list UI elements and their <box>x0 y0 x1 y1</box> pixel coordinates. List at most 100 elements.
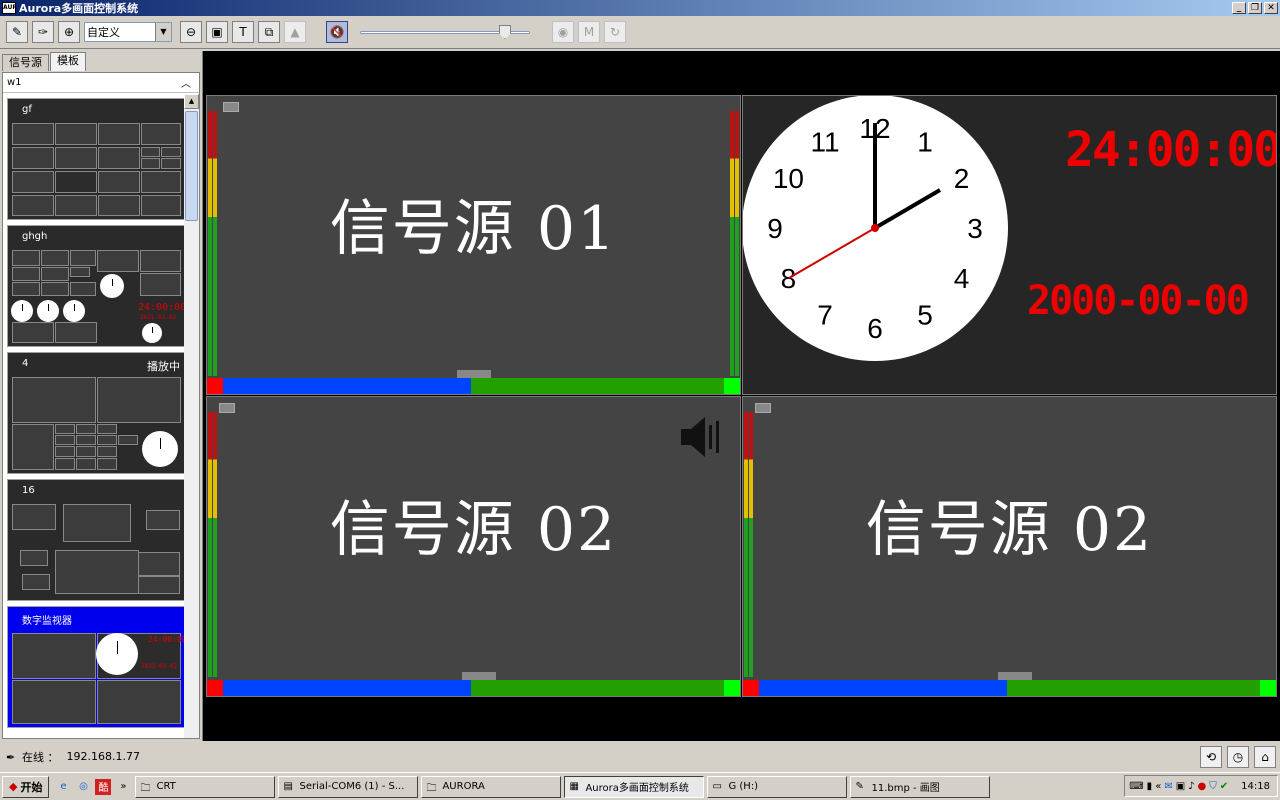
clock-number: 8 <box>781 263 797 294</box>
layout-cell <box>12 171 54 193</box>
tray-expand-icon[interactable]: « <box>1155 781 1161 792</box>
cell-handle[interactable] <box>457 370 491 378</box>
task-aurora-folder[interactable]: 🗀 AURORA <box>421 775 562 798</box>
scrollbar-thumb[interactable] <box>185 111 198 221</box>
minimize-button[interactable]: _ <box>1232 2 1246 14</box>
volume-icon[interactable]: ♪ <box>1188 781 1194 792</box>
zoom-select[interactable]: 自定义 ▼ <box>84 22 172 42</box>
ip-address: 192.168.1.77 <box>66 750 140 763</box>
chevron-down-icon[interactable]: ▼ <box>155 23 171 41</box>
mini-digital-time: 24:00:00 <box>138 302 187 313</box>
template-list: w1 ︿ gf ghgh 24:00:00 2021-03-02 4 播放中 1… <box>2 72 200 739</box>
cell-handle[interactable] <box>998 672 1032 680</box>
copy-layout-button[interactable]: ⧉ <box>258 21 280 43</box>
mini-clock <box>11 300 33 322</box>
template-item-16[interactable]: 16 <box>7 479 185 601</box>
keyboard-icon[interactable]: ⌨ <box>1129 781 1143 792</box>
template-item-digital-monitor[interactable]: 数字监视器 24:00:00 2023-03-02 <box>7 606 187 728</box>
refresh-button[interactable]: ↻ <box>604 21 626 43</box>
layout-cell <box>98 195 140 216</box>
source-label: 信号源 02 <box>329 495 618 565</box>
fit-screen-icon: ▣ <box>211 25 223 39</box>
pen-tool-button[interactable]: ✎ <box>6 21 28 43</box>
task-paint[interactable]: ✎ 11.bmp - 画图 <box>850 775 991 798</box>
task-crt[interactable]: 🗀 CRT <box>135 775 276 798</box>
paint-icon: ✎ <box>855 780 864 792</box>
clock-cell[interactable]: 121234567891011 24:00:00 2000-00-00 <box>742 95 1277 395</box>
layout-cell <box>55 171 97 193</box>
tab-template[interactable]: 模板 <box>50 52 86 71</box>
layout-cell <box>55 322 97 343</box>
restore-button[interactable]: ❐ <box>1248 2 1262 14</box>
shield-icon[interactable]: ⛉ <box>1209 781 1217 792</box>
template-item-ghgh[interactable]: ghgh 24:00:00 2021-03-02 <box>7 225 187 347</box>
zoom-out-button[interactable]: ⊖ <box>180 21 202 43</box>
template-name: 4 <box>22 358 29 369</box>
network-icon[interactable]: ▣ <box>1176 781 1185 792</box>
layout-cell <box>41 267 69 281</box>
mouse-button[interactable]: ⌂ <box>1254 746 1276 768</box>
record-icon: ◉ <box>557 25 569 39</box>
volume-slider[interactable] <box>360 22 530 42</box>
video-cell-4[interactable]: 信号源 02 <box>742 396 1277 697</box>
template-group-header[interactable]: w1 ︿ <box>3 73 199 93</box>
record-button[interactable]: ◉ <box>552 21 574 43</box>
battery-icon[interactable]: ▮ <box>1147 781 1153 792</box>
mute-button[interactable]: 🔇 <box>326 21 348 43</box>
eyedropper-button[interactable]: ✑ <box>32 21 54 43</box>
eyedropper-icon: ✑ <box>37 25 49 39</box>
video-cell-1[interactable]: 信号源 01 <box>206 95 741 395</box>
monitor-wall: 信号源 01 121234567891011 24:00:00 2000-00-… <box>202 51 1280 741</box>
fit-screen-button[interactable]: ▣ <box>206 21 228 43</box>
template-item-4[interactable]: 4 播放中 <box>7 352 185 474</box>
video-cell-3[interactable]: 信号源 02 <box>206 396 741 697</box>
layout-cell <box>138 552 180 576</box>
text-tool-button[interactable]: T <box>232 21 254 43</box>
zoom-in-button[interactable]: ⊕ <box>58 21 80 43</box>
template-name: 数字监视器 <box>22 616 72 627</box>
task-drive-g[interactable]: ▭ G (H:) <box>707 775 848 798</box>
layout-cell <box>161 147 181 157</box>
sync-button[interactable]: ⟲ <box>1200 746 1222 768</box>
mini-digital-time: 24:00:00 <box>148 635 187 644</box>
m-button[interactable]: M <box>578 21 600 43</box>
tab-signal-source[interactable]: 信号源 <box>2 54 49 71</box>
status-green-block <box>471 378 724 394</box>
clock-number: 6 <box>867 313 883 344</box>
volume-thumb[interactable] <box>499 25 511 39</box>
cell-handle[interactable] <box>462 672 496 680</box>
layout-cell <box>22 574 50 590</box>
scroll-up-arrow-icon[interactable]: ▲ <box>184 94 199 109</box>
image-button[interactable]: ▲ <box>284 21 306 43</box>
task-serial[interactable]: ▤ Serial-COM6 (1) - S... <box>278 775 419 798</box>
tray-clock[interactable]: 14:18 <box>1241 781 1270 792</box>
title-bar: AUR Aurora多画面控制系统 _ ❐ ✕ <box>0 0 1280 16</box>
security-icon[interactable]: ● <box>1198 781 1207 792</box>
start-label: 开始 <box>20 780 43 794</box>
group-name: w1 <box>7 77 22 88</box>
layout-cell <box>55 147 97 169</box>
chevron-up-icon[interactable]: ︿ <box>181 75 191 90</box>
checkmark-icon[interactable]: ✔ <box>1220 781 1228 792</box>
timer-button[interactable]: ◷ <box>1227 746 1249 768</box>
layout-cell <box>140 273 181 296</box>
app-red-icon[interactable]: 酷 <box>95 778 112 795</box>
browser-icon[interactable]: ◎ <box>75 779 91 795</box>
template-name: gf <box>22 104 32 115</box>
template-item-gf[interactable]: gf <box>7 98 185 220</box>
layout-cell <box>97 458 117 470</box>
task-label: Aurora多画面控制系统 <box>585 783 689 794</box>
close-button[interactable]: ✕ <box>1264 2 1278 14</box>
expand-icon[interactable]: » <box>115 779 131 795</box>
clock-number: 7 <box>817 300 833 331</box>
chat-icon[interactable]: ✉ <box>1164 781 1172 792</box>
template-list-scrollbar[interactable]: ▲ <box>184 94 199 738</box>
layout-cell <box>12 322 54 343</box>
ie-icon[interactable]: e <box>55 779 71 795</box>
start-button[interactable]: ◆ 开始 <box>2 775 50 798</box>
system-tray: ⌨ ▮ « ✉ ▣ ♪ ● ⛉ ✔ 14:18 <box>1124 775 1278 797</box>
task-aurora-app[interactable]: ▦ Aurora多画面控制系统 <box>564 775 705 798</box>
layout-cell <box>140 250 181 272</box>
layout-cell <box>76 424 96 434</box>
layout-cell <box>12 147 54 169</box>
